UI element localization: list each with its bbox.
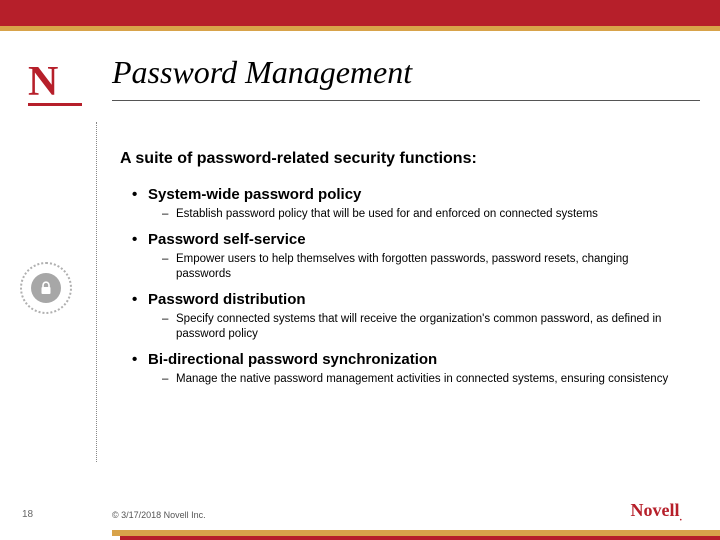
vertical-divider <box>96 122 97 462</box>
lock-badge-core <box>31 273 61 303</box>
slide-number: 18 <box>22 509 33 520</box>
brand-name: Novell <box>631 500 680 520</box>
sub-item: Establish password policy that will be u… <box>176 207 680 223</box>
footer-accent-bar-red <box>120 536 720 540</box>
list-item: Bi-directional password synchronization … <box>148 351 680 388</box>
item-label: System-wide password policy <box>148 186 680 203</box>
top-accent-bar <box>0 0 720 26</box>
title-underline <box>112 100 700 101</box>
sub-list: Empower users to help themselves with fo… <box>148 252 680 283</box>
content-area: A suite of password-related security fun… <box>120 150 680 395</box>
copyright-text: © 3/17/2018 Novell Inc. <box>112 510 206 520</box>
lock-badge <box>20 262 72 314</box>
list-item: Password self-service Empower users to h… <box>148 231 680 283</box>
brand-logo: Novell. <box>631 500 683 524</box>
sub-item: Manage the native password management ac… <box>176 372 680 388</box>
sub-list: Specify connected systems that will rece… <box>148 312 680 343</box>
bullet-list: System-wide password policy Establish pa… <box>120 186 680 387</box>
sub-item: Specify connected systems that will rece… <box>176 312 680 343</box>
intro-text: A suite of password-related security fun… <box>120 150 680 168</box>
brand-letter: N <box>28 58 56 106</box>
list-item: Password distribution Specify connected … <box>148 291 680 343</box>
list-item: System-wide password policy Establish pa… <box>148 186 680 223</box>
item-label: Bi-directional password synchronization <box>148 351 680 368</box>
page-title: Password Management <box>112 54 412 91</box>
brand-letter-underline <box>28 103 82 106</box>
item-label: Password self-service <box>148 231 680 248</box>
brand-dot: . <box>680 513 683 524</box>
sub-list: Manage the native password management ac… <box>148 372 680 388</box>
sub-list: Establish password policy that will be u… <box>148 207 680 223</box>
footer: 18 © 3/17/2018 Novell Inc. Novell. <box>0 498 720 540</box>
slide: N Password Management A suite of passwor… <box>0 0 720 540</box>
lock-icon <box>39 281 53 295</box>
sub-item: Empower users to help themselves with fo… <box>176 252 680 283</box>
item-label: Password distribution <box>148 291 680 308</box>
